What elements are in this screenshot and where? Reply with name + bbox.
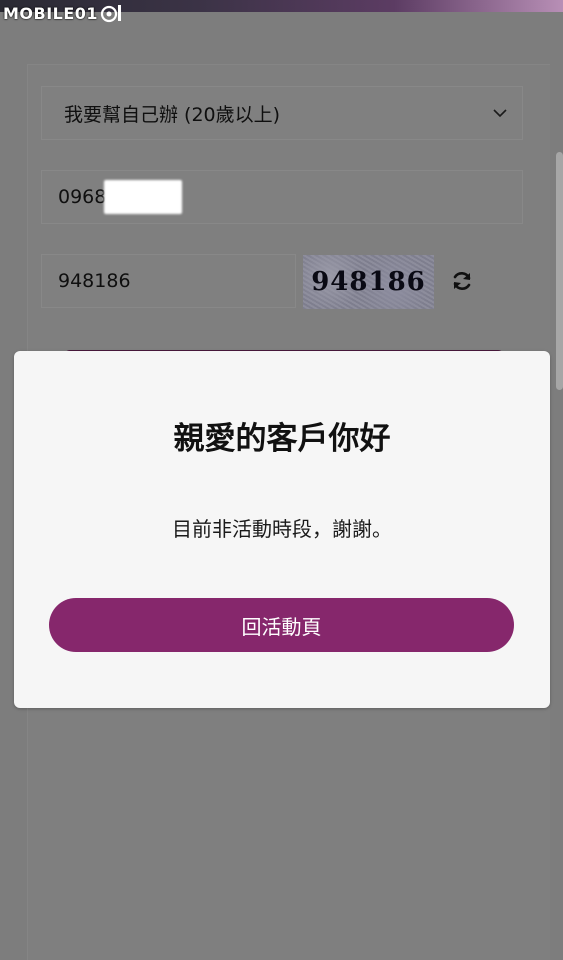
applicant-type-select[interactable]: 我要幫自己辦 (20歲以上) (41, 86, 523, 140)
phone-number-value: 0968 (58, 186, 107, 208)
app-screen: MOBILE01 我要幫自己辦 (20歲以上) 0968 948186 9481… (0, 0, 563, 960)
back-to-event-page-button[interactable]: 回活動頁 (49, 598, 514, 652)
phone-number-redaction (104, 180, 183, 214)
refresh-icon[interactable] (450, 269, 474, 293)
scrollbar[interactable] (556, 152, 563, 390)
notice-modal: 親愛的客戶你好 目前非活動時段，謝謝。 回活動頁 (14, 351, 550, 708)
modal-message: 目前非活動時段，謝謝。 (172, 517, 392, 541)
captcha-image-text: 948186 (311, 267, 426, 297)
chevron-down-icon (493, 109, 507, 118)
mobile01-logo-icon (100, 5, 122, 23)
applicant-type-selected-value: 我要幫自己辦 (20歲以上) (64, 103, 281, 126)
captcha-input[interactable]: 948186 (41, 254, 296, 308)
captcha-image: 948186 (303, 255, 434, 309)
modal-title: 親愛的客戶你好 (173, 421, 391, 457)
watermark-text: MOBILE01 (3, 3, 99, 23)
captcha-input-value: 948186 (58, 270, 131, 292)
watermark: MOBILE01 (3, 2, 124, 24)
phone-number-input[interactable]: 0968 (41, 170, 523, 224)
